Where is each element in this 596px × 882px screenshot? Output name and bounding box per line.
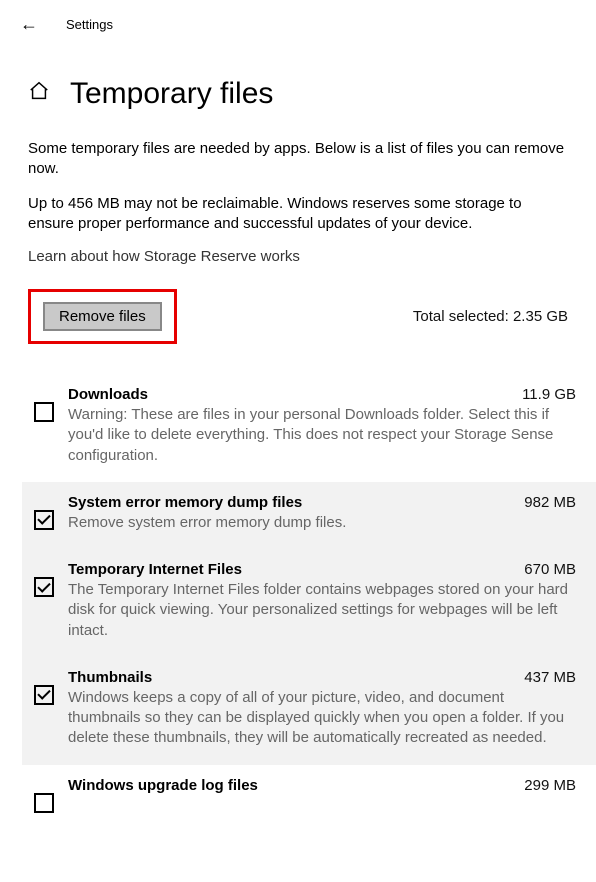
file-item-size: 982 MB [514, 494, 576, 511]
file-item-description: The Temporary Internet Files folder cont… [68, 580, 576, 641]
action-row: Remove files Total selected: 2.35 GB [28, 289, 568, 344]
file-item-head: Downloads 11.9 GB [68, 386, 576, 403]
file-item-head: Thumbnails 437 MB [68, 669, 576, 686]
file-list: Downloads 11.9 GB Warning: These are files… [22, 374, 596, 829]
file-item-size: 299 MB [514, 777, 576, 794]
checkbox[interactable] [34, 685, 54, 705]
description-2: Up to 456 MB may not be reclaimable. Win… [28, 194, 568, 235]
highlight-annotation: Remove files [28, 289, 177, 344]
file-item[interactable]: System error memory dump files 982 MB Remo… [22, 482, 596, 549]
file-item-head: Windows upgrade log files 299 MB [68, 777, 576, 794]
checkbox[interactable] [34, 577, 54, 597]
file-item-head: Temporary Internet Files 670 MB [68, 561, 576, 578]
file-item-name: Temporary Internet Files [68, 561, 242, 578]
file-item-body: System error memory dump files 982 MB Remo… [68, 494, 576, 533]
content: Some temporary files are needed by apps.… [0, 119, 596, 829]
file-item-head: System error memory dump files 982 MB [68, 494, 576, 511]
file-item-description: Windows keeps a copy of all of your pict… [68, 688, 576, 749]
file-item-description: Remove system error memory dump files. [68, 513, 576, 533]
header-bar: ← Settings [0, 0, 596, 49]
header-title: Settings [66, 17, 113, 32]
file-item-description: Warning: These are files in your persona… [68, 405, 576, 466]
file-item-size: 437 MB [514, 669, 576, 686]
home-icon[interactable] [28, 80, 50, 108]
file-item-body: Temporary Internet Files 670 MB The Tempor… [68, 561, 576, 641]
page-title: Temporary files [70, 77, 273, 111]
checkbox[interactable] [34, 510, 54, 530]
checkbox[interactable] [34, 402, 54, 422]
file-item-name: Downloads [68, 386, 148, 403]
file-item-name: Thumbnails [68, 669, 152, 686]
file-item[interactable]: Thumbnails 437 MB Windows keeps a copy of … [22, 657, 596, 765]
remove-files-button[interactable]: Remove files [43, 302, 162, 331]
title-row: Temporary files [0, 49, 596, 119]
file-item[interactable]: Downloads 11.9 GB Warning: These are files… [22, 374, 596, 482]
file-item-body: Downloads 11.9 GB Warning: These are files… [68, 386, 576, 466]
file-item-size: 670 MB [514, 561, 576, 578]
file-item-body: Thumbnails 437 MB Windows keeps a copy of … [68, 669, 576, 749]
file-item-name: System error memory dump files [68, 494, 302, 511]
total-selected-label: Total selected: 2.35 GB [413, 308, 568, 325]
file-item-size: 11.9 GB [512, 386, 576, 403]
storage-reserve-link[interactable]: Learn about how Storage Reserve works [28, 248, 300, 265]
file-item-body: Windows upgrade log files 299 MB [68, 777, 576, 813]
file-item[interactable]: Temporary Internet Files 670 MB The Tempor… [22, 549, 596, 657]
description-1: Some temporary files are needed by apps.… [28, 139, 568, 180]
back-arrow-icon[interactable]: ← [20, 14, 38, 35]
checkbox[interactable] [34, 793, 54, 813]
file-item[interactable]: Windows upgrade log files 299 MB [22, 765, 596, 829]
file-item-name: Windows upgrade log files [68, 777, 258, 794]
